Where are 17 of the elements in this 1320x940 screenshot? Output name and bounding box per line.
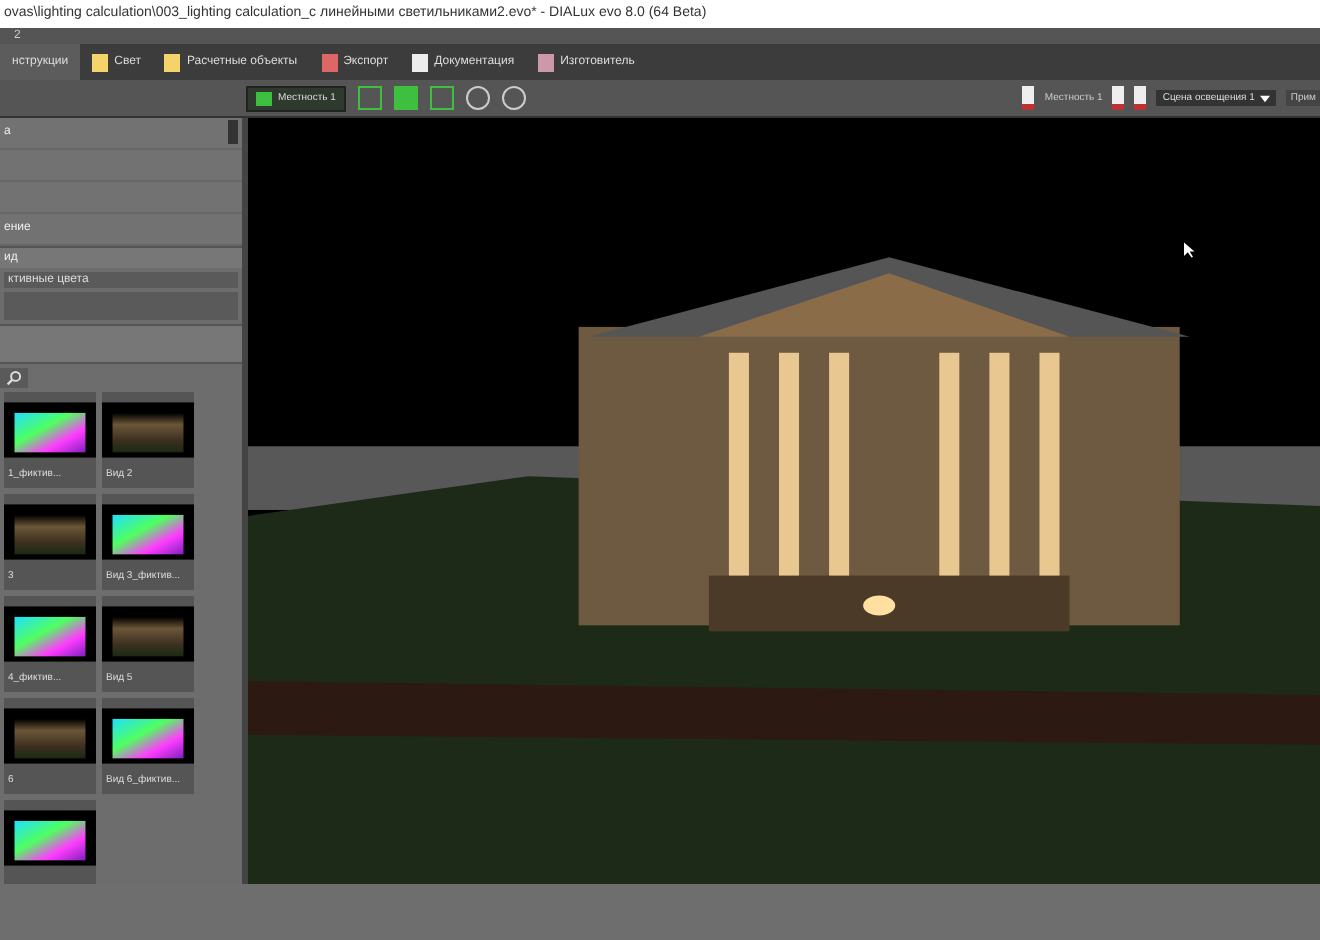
view-thumbnail[interactable] — [4, 800, 96, 884]
document-icon[interactable] — [1022, 86, 1035, 110]
search-field[interactable] — [0, 368, 28, 388]
tab-icon — [321, 53, 338, 71]
mouse-cursor-icon — [1184, 242, 1196, 258]
tab-icon — [92, 53, 109, 71]
site-icon — [256, 91, 272, 105]
document-icon[interactable] — [1112, 86, 1125, 110]
caret-icon — [1260, 93, 1271, 103]
solid-view-icon[interactable] — [393, 86, 418, 110]
tab-icon — [412, 53, 429, 71]
tab-icon — [164, 53, 181, 71]
document-icon[interactable] — [1134, 86, 1147, 110]
search-icon — [6, 370, 22, 386]
view-icon[interactable] — [357, 86, 382, 110]
focus-icon[interactable] — [465, 86, 490, 110]
tab-icon — [538, 53, 555, 71]
